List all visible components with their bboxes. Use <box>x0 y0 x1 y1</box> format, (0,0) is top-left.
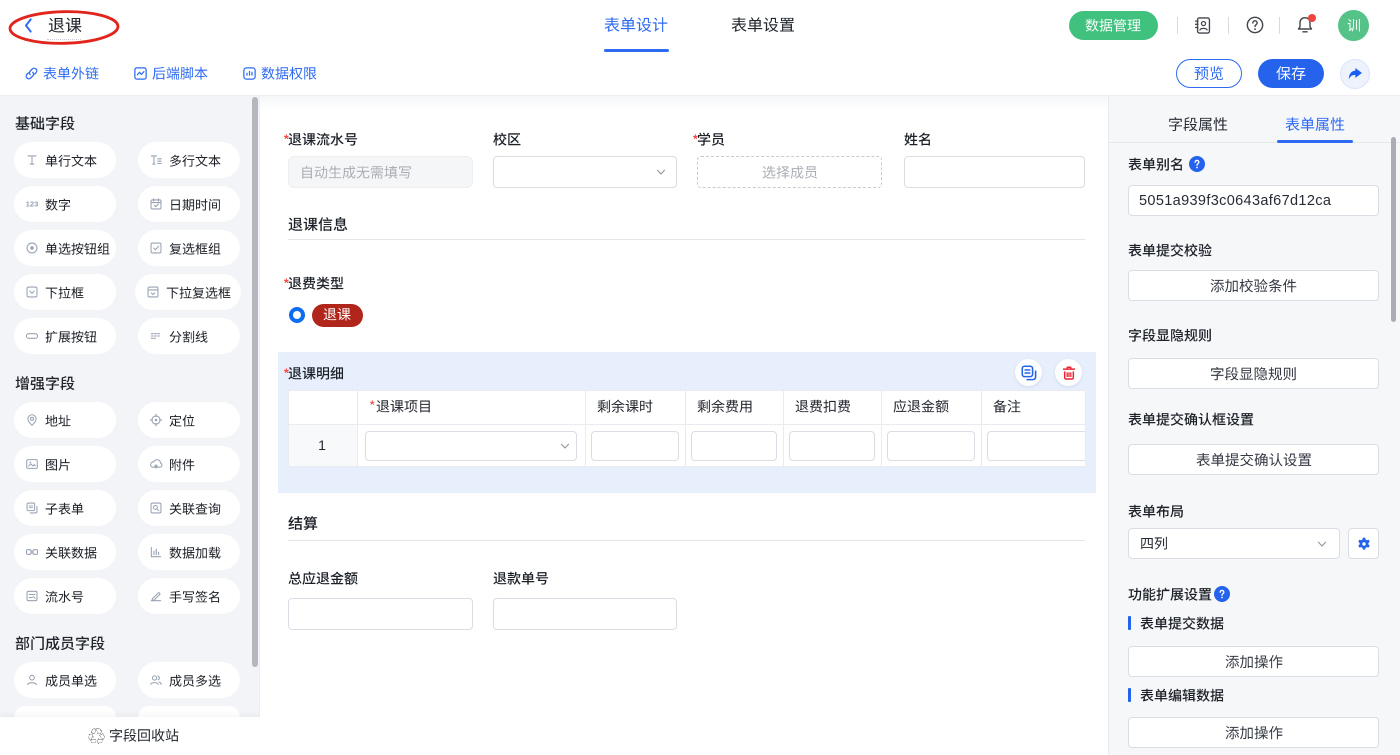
svg-text:123: 123 <box>26 200 39 209</box>
